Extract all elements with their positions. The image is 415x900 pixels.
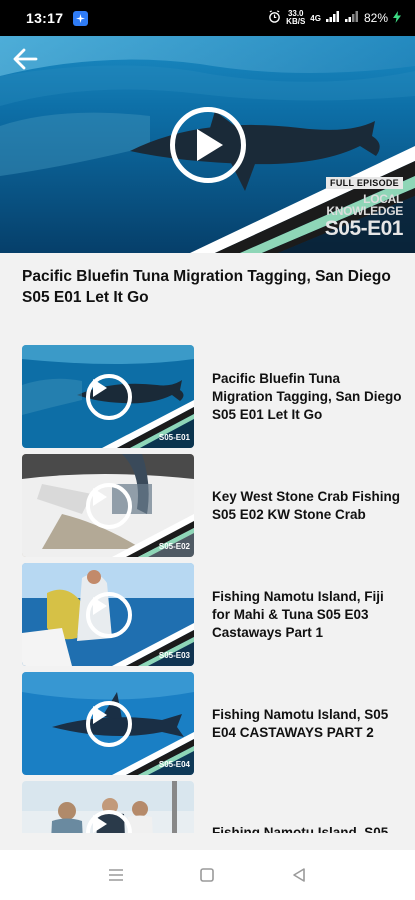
signal-bars-icon-2 — [344, 11, 359, 25]
episode-list-item[interactable]: S05-E03 Fishing Namotu Island, Fiji for … — [22, 563, 402, 666]
signal-bars-icon — [325, 11, 340, 25]
status-time: 13:17 — [26, 10, 64, 26]
episode-thumbnail — [22, 781, 194, 833]
episode-title: Key West Stone Crab Fishing S05 E02 KW S… — [212, 488, 401, 522]
triangle-back-icon — [293, 868, 305, 882]
full-episode-label: FULL EPISODE — [326, 177, 403, 189]
square-icon — [200, 868, 215, 882]
thumbnail-episode-code: S05-E04 — [158, 760, 190, 769]
episode-list-item[interactable]: S05-E01 Pacific Bluefin Tuna Migration T… — [22, 345, 402, 448]
episode-thumbnail: S05-E02 — [22, 454, 194, 557]
play-button[interactable] — [170, 107, 246, 183]
play-icon — [86, 592, 132, 638]
episode-thumbnail: S05-E04 — [22, 672, 194, 775]
thumbnail-episode-code: S05-E02 — [158, 542, 190, 551]
signal-label: 4G — [310, 13, 321, 23]
app-notification-icon — [73, 10, 89, 26]
status-indicators: 33.0 KB/S 4G 82% — [268, 10, 401, 26]
episode-list-item[interactable]: S05-E02 Key West Stone Crab Fishing S05 … — [22, 454, 402, 557]
battery-percent: 82% — [363, 11, 388, 25]
episode-list-item[interactable]: Fishing Namotu Island, S05 — [22, 781, 402, 833]
recent-apps-button[interactable] — [104, 863, 128, 887]
network-speed: 33.0 KB/S — [286, 9, 306, 26]
show-logo: LOCAL KNOWLEDGE — [326, 192, 403, 218]
home-button[interactable] — [195, 863, 219, 887]
play-icon — [86, 701, 132, 747]
arrow-left-icon — [13, 48, 38, 70]
play-icon — [197, 129, 223, 161]
thumbnail-episode-code: S05-E03 — [158, 651, 190, 660]
play-icon — [86, 483, 132, 529]
back-button[interactable] — [10, 44, 40, 74]
episode-title: Fishing Namotu Island, Fiji for Mahi & T… — [212, 588, 384, 640]
play-icon — [86, 374, 132, 420]
episode-title: Pacific Bluefin Tuna Migration Tagging, … — [212, 370, 402, 422]
system-navigation-bar — [0, 850, 415, 900]
back-nav-button[interactable] — [287, 863, 311, 887]
episode-title: Fishing Namotu Island, S05 E04 CASTAWAYS… — [212, 706, 389, 740]
episode-badge: FULL EPISODE LOCAL KNOWLEDGE S05-E01 — [324, 173, 404, 241]
episode-thumbnail: S05-E01 — [22, 345, 194, 448]
episode-code: S05-E01 — [324, 217, 404, 240]
charging-icon — [393, 10, 401, 26]
episode-list-item[interactable]: S05-E04 Fishing Namotu Island, S05 E04 C… — [22, 672, 402, 775]
alarm-icon — [268, 10, 281, 26]
menu-icon — [108, 869, 123, 881]
episode-title: Fishing Namotu Island, S05 — [212, 824, 389, 834]
status-bar: 13:17 33.0 KB/S 4G 82% — [0, 0, 415, 36]
episode-list[interactable]: S05-E01 Pacific Bluefin Tuna Migration T… — [0, 345, 415, 833]
hero-video-player[interactable]: FULL EPISODE LOCAL KNOWLEDGE S05-E01 — [0, 36, 415, 253]
thumbnail-episode-code: S05-E01 — [158, 433, 190, 442]
page-title: Pacific Bluefin Tuna Migration Tagging, … — [22, 268, 391, 306]
episode-thumbnail: S05-E03 — [22, 563, 194, 666]
